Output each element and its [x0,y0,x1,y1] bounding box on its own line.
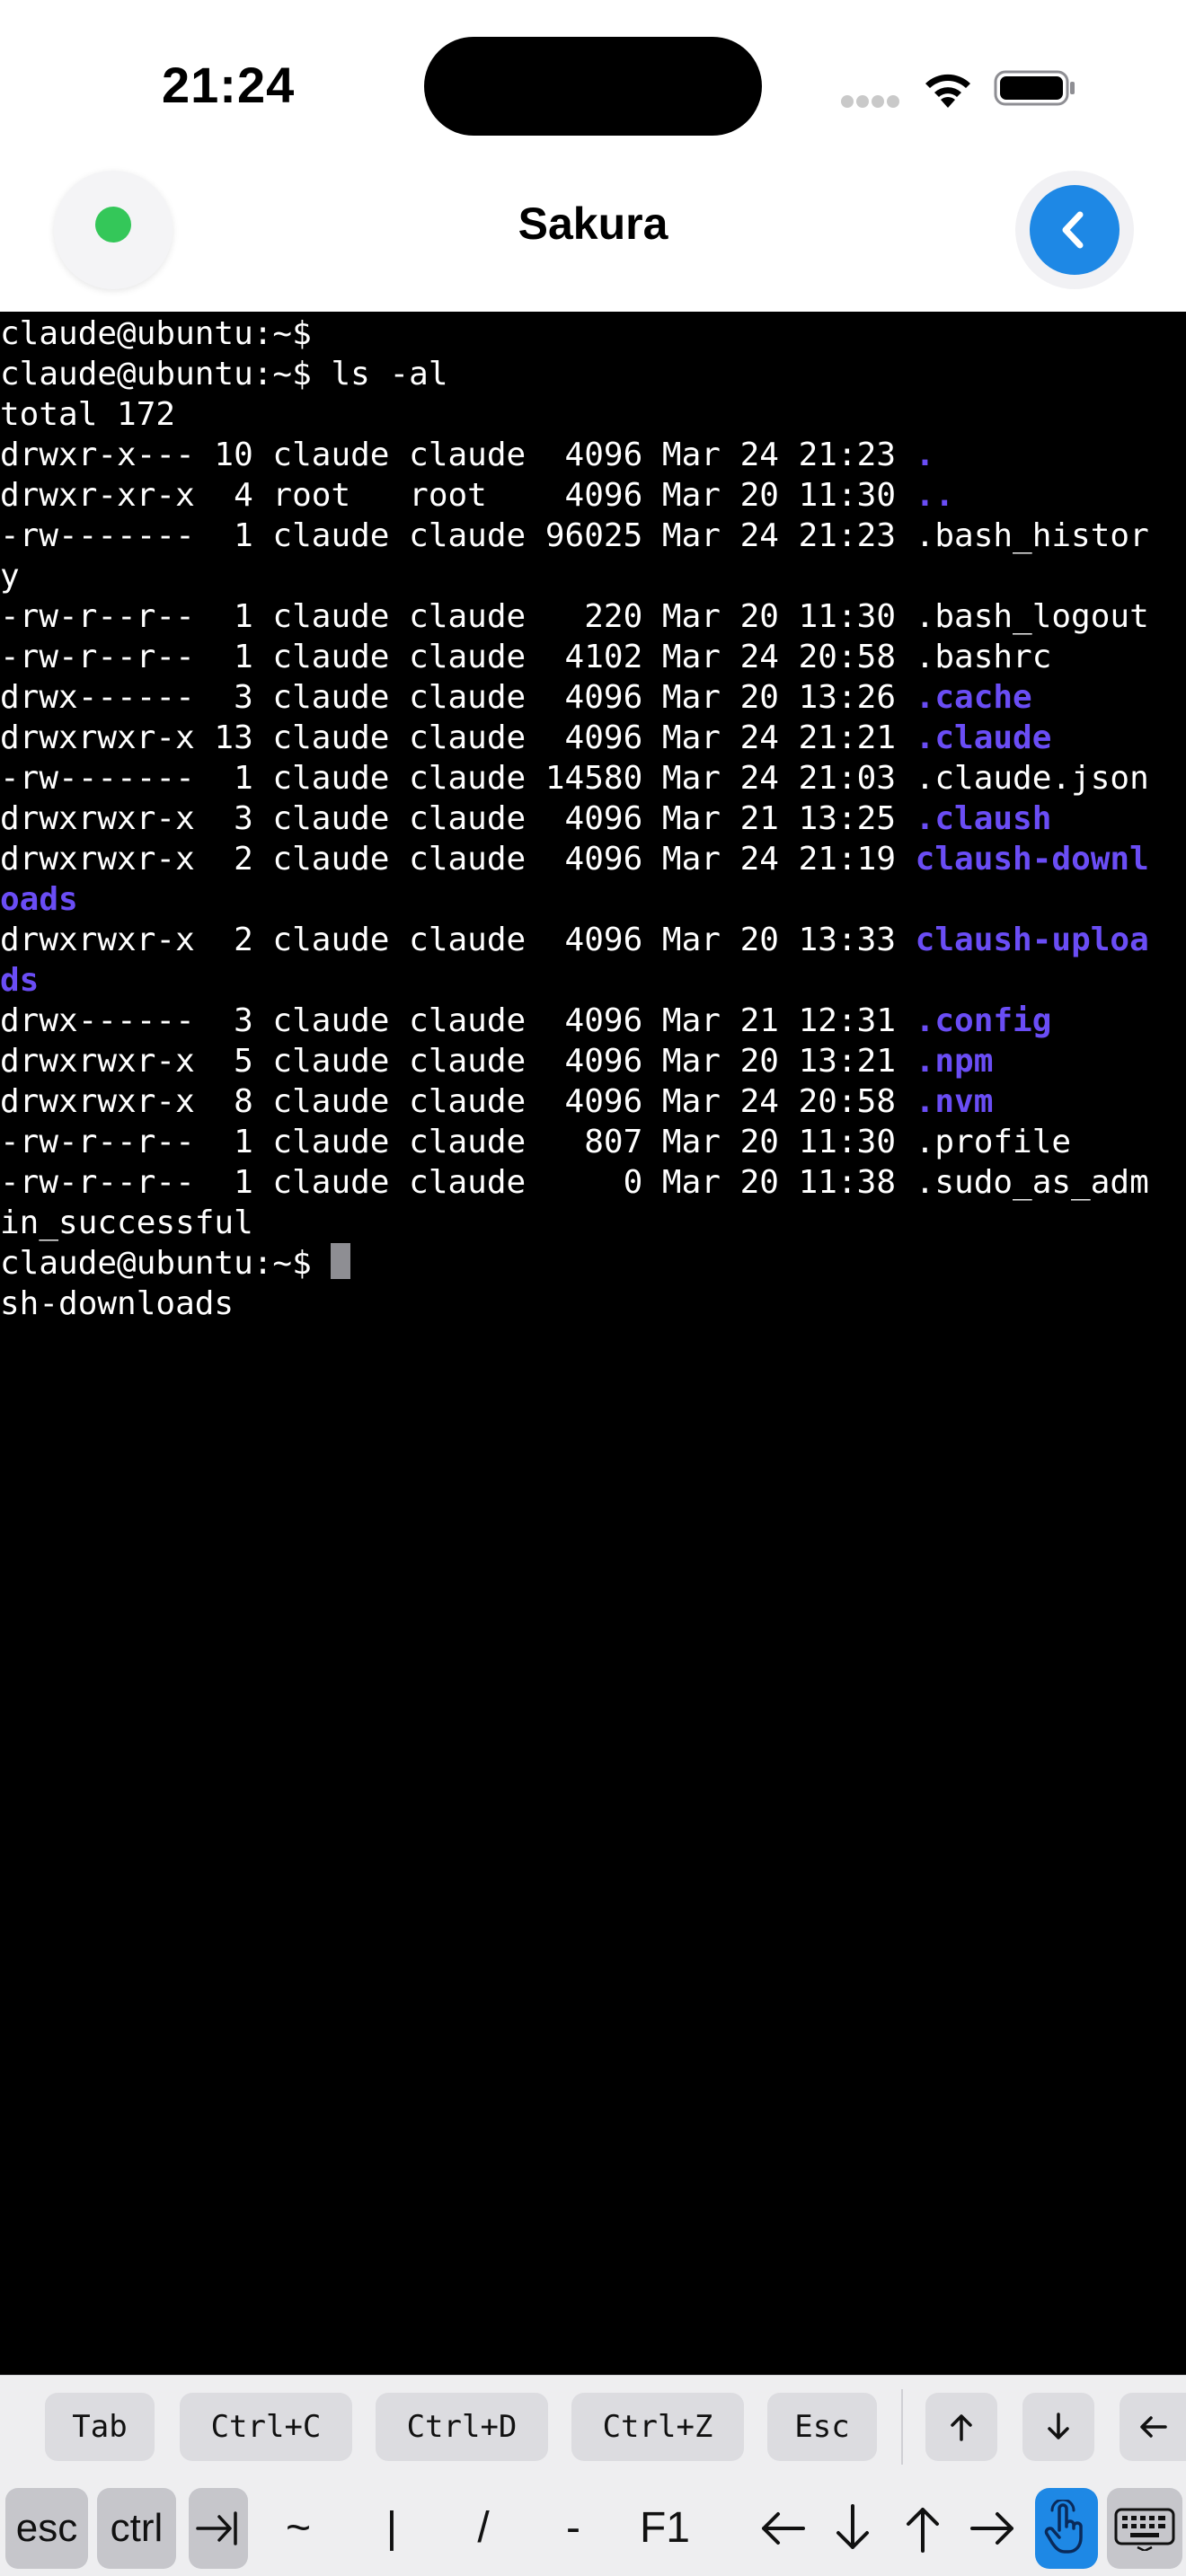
dash-key[interactable]: - [544,2488,602,2569]
terminal-line: drwxrwxr-x 3 claude claude 4096 Mar 21 1… [0,798,1051,839]
terminal-line: -rw------- 1 claude claude 14580 Mar 24 … [0,760,1149,797]
directory-name: claush-downl [915,841,1149,878]
terminal-line: drwxrwxr-x 13 claude claude 4096 Mar 24 … [0,718,1051,758]
up-arrow-key[interactable] [891,2488,954,2569]
terminal-line: in_successful [0,1204,253,1241]
terminal-line-prefix: drwxrwxr-x 2 claude claude 4096 Mar 24 2… [0,841,916,878]
terminal-line: total 172 [0,396,176,433]
terminal-line: -rw-r--r-- 1 claude claude 0 Mar 20 11:3… [0,1164,1149,1201]
terminal-line-prefix: drwxr-x--- 10 claude claude 4096 Mar 24 … [0,437,916,473]
terminal-line: -rw-r--r-- 1 claude claude 220 Mar 20 11… [0,598,1149,635]
terminal-cursor [331,1243,351,1279]
esc-key[interactable]: Esc [767,2393,877,2461]
terminal-line-prefix: drwxr-xr-x 4 root root 4096 Mar 20 11:30 [0,477,916,514]
tab-arrow-icon [196,2511,237,2545]
terminal-line: ds [0,962,40,999]
esc-accessory-key[interactable]: esc [5,2488,88,2569]
session-title: Sakura [518,198,668,249]
arrow-left-icon [762,2512,805,2545]
terminal-line-prefix: drwxrwxr-x 3 claude claude 4096 Mar 21 1… [0,800,916,837]
terminal-line: drwx------ 3 claude claude 4096 Mar 21 1… [0,1001,1051,1041]
terminal-line: -rw-r--r-- 1 claude claude 4102 Mar 24 2… [0,639,1052,675]
keyboard-toggle-button[interactable] [1107,2488,1182,2569]
shortcut-divider [901,2389,903,2465]
terminal-line: y [0,558,20,595]
terminal-line: drwxr-xr-x 4 root root 4096 Mar 20 11:30… [0,475,954,516]
terminal-line: drwxrwxr-x 5 claude claude 4096 Mar 20 1… [0,1041,993,1081]
arrow-left-key[interactable] [1120,2393,1186,2461]
arrow-down-icon [836,2504,869,2549]
terminal-line: drwxrwxr-x 2 claude claude 4096 Mar 20 1… [0,920,1149,960]
f1-key[interactable]: F1 [629,2488,701,2569]
directory-name: .config [915,1002,1052,1039]
directory-name: .nvm [915,1083,994,1120]
terminal-line: drwxrwxr-x 8 claude claude 4096 Mar 24 2… [0,1081,993,1122]
terminal-line: -rw------- 1 claude claude 96025 Mar 24 … [0,517,1149,554]
touch-mode-button[interactable] [1035,2488,1098,2569]
tab-accessory-key[interactable] [189,2488,248,2569]
terminal-line: claude@ubuntu:~$ ls -al [0,356,448,393]
directory-name: .claush [915,800,1052,837]
chevron-left-icon [1062,211,1084,249]
down-arrow-key[interactable] [821,2488,884,2569]
arrow-down-key[interactable] [1022,2393,1094,2461]
terminal-line: claude@ubuntu:~$ [0,315,312,352]
directory-name: .cache [915,679,1032,716]
slash-key[interactable]: / [455,2488,512,2569]
pipe-key[interactable]: | [363,2488,420,2569]
terminal-line: drwx------ 3 claude claude 4096 Mar 20 1… [0,677,1032,718]
wifi-icon [925,74,970,108]
directory-name: .npm [915,1043,994,1080]
dynamic-island [424,37,762,136]
arrow-up-icon [907,2508,939,2553]
back-button[interactable] [1030,185,1120,275]
prompt-text: claude@ubuntu:~$ [0,1245,332,1282]
arrow-up-icon [951,2414,972,2441]
right-arrow-key[interactable] [961,2488,1024,2569]
terminal-line: oads [0,881,78,918]
ctrl-accessory-key[interactable]: ctrl [97,2488,176,2569]
terminal-line-prefix: drwxrwxr-x 13 claude claude 4096 Mar 24 … [0,719,916,756]
terminal-line-prefix: drwxrwxr-x 2 claude claude 4096 Mar 20 1… [0,922,916,958]
terminal-line: -rw-r--r-- 1 claude claude 807 Mar 20 11… [0,1124,1072,1160]
arrow-right-icon [970,2512,1013,2545]
keyboard-icon [1114,2508,1175,2551]
terminal-line-prefix: drwxrwxr-x 5 claude claude 4096 Mar 20 1… [0,1043,916,1080]
directory-name: . [915,437,935,473]
tilde-key[interactable]: ~ [270,2488,327,2569]
arrow-up-key[interactable] [925,2393,997,2461]
left-arrow-key[interactable] [751,2488,814,2569]
terminal-line-prefix: drwxrwxr-x 8 claude claude 4096 Mar 24 2… [0,1083,916,1120]
directory-name: .. [915,477,955,514]
terminal-line-prefix: drwx------ 3 claude claude 4096 Mar 20 1… [0,679,916,716]
hand-pointer-icon [1044,2500,1083,2554]
ctrl-d-key[interactable]: Ctrl+D [376,2393,548,2461]
arrow-down-icon [1048,2413,1069,2439]
terminal-line-prefix: drwx------ 3 claude claude 4096 Mar 21 1… [0,1002,916,1039]
terminal-line: claude@ubuntu:~$ [0,1243,351,1284]
terminal-line: sh-downloads [0,1285,235,1322]
ctrl-c-key[interactable]: Ctrl+C [180,2393,352,2461]
directory-name: claush-uploa [915,922,1149,958]
terminal-line: drwxrwxr-x 2 claude claude 4096 Mar 24 2… [0,839,1149,879]
arrow-left-icon [1140,2416,1167,2438]
terminal-line: drwxr-x--- 10 claude claude 4096 Mar 24 … [0,435,934,475]
battery-icon [994,70,1075,106]
ctrl-z-key[interactable]: Ctrl+Z [571,2393,744,2461]
directory-name: .claude [915,719,1052,756]
terminal-view[interactable]: claude@ubuntu:~$ claude@ubuntu:~$ ls -al t… [0,312,1186,2375]
status-time: 21:24 [162,57,296,113]
cellular-signal-icon [841,95,902,112]
tab-key[interactable]: Tab [45,2393,155,2461]
